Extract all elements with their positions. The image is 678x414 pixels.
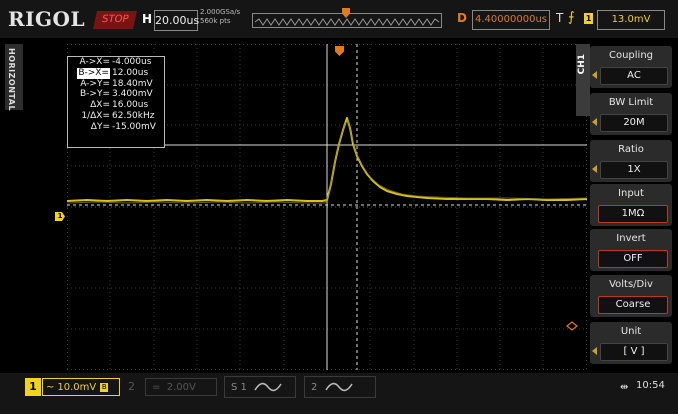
ac-coupling-icon: ~: [46, 382, 55, 393]
run-stop-badge[interactable]: STOP: [93, 11, 137, 29]
timebase-value[interactable]: 20.00us: [154, 10, 199, 31]
menu-unit-label: Unit: [620, 326, 642, 337]
sample-rate: 2.000GSa/s: [200, 8, 241, 16]
meas-row-3: B->Y= 3.400mV: [68, 89, 164, 100]
ch2-dc-coupling-icon: =: [152, 382, 167, 393]
ch2-scale-value: 2.00V: [166, 382, 196, 393]
menu-bw-limit-value: 20M: [600, 114, 668, 132]
delay-label: D: [457, 11, 467, 25]
meas-value: 12.00us: [112, 67, 149, 78]
serial-bus-1-indicator[interactable]: S 1: [224, 376, 296, 398]
menu-invert-label: Invert: [616, 233, 646, 244]
menu-input[interactable]: Input 1MΩ: [590, 184, 672, 226]
menu-coupling[interactable]: Coupling AC: [590, 46, 672, 88]
menu-volts-div[interactable]: Volts/Div Coarse: [590, 275, 672, 317]
rising-edge-icon: ⨍: [568, 10, 575, 25]
bandwidth-limit-icon: B: [100, 383, 109, 392]
ratio-arrow-icon: [592, 165, 597, 173]
menu-volts-div-value: Coarse: [598, 296, 668, 314]
trigger-level-value[interactable]: 13.0mV: [597, 10, 665, 30]
ch1-offset-marker[interactable]: 1: [55, 212, 65, 221]
s1-label: S 1: [231, 382, 247, 393]
meas-row-4: ΔX= 16.00us: [68, 100, 164, 111]
s2-label: 2: [311, 382, 318, 393]
ch1-menu-tab-label: CH1: [577, 54, 587, 75]
s2-wave-icon: [324, 382, 353, 392]
cursor-measurement-box: A->X= -4.000us B->X= 12.00us A->Y= 18.40mV …: [67, 56, 165, 148]
sample-rate-info: 2.000GSa/s 560k pts: [200, 8, 250, 26]
menu-input-label: Input: [618, 188, 644, 199]
meas-row-0: A->X= -4.000us: [68, 57, 164, 68]
menu-invert[interactable]: Invert OFF: [590, 229, 672, 271]
menu-unit-value: [ V ]: [600, 343, 668, 361]
menu-ratio-label: Ratio: [618, 144, 644, 155]
meas-value: 16.00us: [112, 100, 149, 111]
meas-key: B->Y=: [79, 89, 110, 100]
horizontal-tab-label: HORIZONTAL: [7, 48, 16, 112]
menu-coupling-label: Coupling: [608, 50, 654, 61]
meas-key: 1/ΔX=: [81, 110, 110, 121]
ch2-scale-indicator[interactable]: = 2.00V: [145, 378, 217, 396]
meas-key: ΔX=: [90, 100, 110, 111]
meas-row-2: A->Y= 18.40mV: [68, 79, 164, 90]
coupling-arrow-icon: [592, 71, 597, 79]
menu-bw-limit[interactable]: BW Limit 20M: [590, 93, 672, 135]
ch1-scale-value: 10.0mV: [57, 382, 97, 393]
ch2-number[interactable]: 2: [128, 378, 142, 396]
horizontal-tab[interactable]: HORIZONTAL: [5, 44, 23, 112]
brand-logo: RIGOL: [8, 7, 86, 31]
meas-key: ΔY=: [90, 121, 110, 132]
memory-depth: 560k pts: [200, 17, 231, 25]
horizontal-label: H: [142, 12, 153, 26]
trigger-label: T: [556, 11, 564, 25]
menu-volts-div-label: Volts/Div: [609, 279, 653, 290]
menu-ratio-value: 1X: [600, 161, 668, 179]
meas-row-1: B->X= 12.00us: [68, 67, 164, 79]
ch1-scale-indicator[interactable]: ~10.0mV B: [42, 378, 120, 396]
ch1-number-badge[interactable]: 1: [25, 378, 41, 396]
meas-row-5: 1/ΔX= 62.50kHz: [68, 111, 164, 122]
meas-key: A->X=: [79, 57, 110, 67]
unit-arrow-icon: [592, 347, 597, 355]
serial-bus-2-indicator[interactable]: 2: [304, 376, 376, 398]
trigger-source-badge: 1: [584, 13, 593, 24]
meas-value: 18.40mV: [112, 78, 153, 89]
menu-ratio[interactable]: Ratio 1X: [590, 140, 672, 182]
meas-row-6: ΔY= -15.00mV: [68, 122, 164, 133]
clock-time: 10:54: [636, 380, 665, 391]
meas-key-highlighted: B->X=: [77, 67, 110, 79]
s1-wave-icon: [254, 382, 282, 392]
meas-value: -4.000us: [112, 57, 152, 67]
meas-value: 62.50kHz: [112, 110, 155, 121]
meas-value: -15.00mV: [112, 121, 156, 132]
usb-icon: ⇹: [620, 382, 629, 393]
meas-value: 3.400mV: [112, 89, 153, 100]
bw-limit-arrow-icon: [592, 118, 597, 126]
ch1-menu-tab[interactable]: CH1: [576, 44, 590, 116]
memory-waveform-icon: [254, 18, 440, 26]
horizontal-delay-value[interactable]: 4.40000000us: [472, 10, 550, 30]
menu-coupling-value: AC: [600, 67, 668, 85]
menu-bw-limit-label: BW Limit: [608, 97, 654, 108]
menu-invert-value: OFF: [598, 250, 668, 268]
menu-unit[interactable]: Unit [ V ]: [590, 322, 672, 364]
menu-input-value: 1MΩ: [598, 205, 668, 223]
meas-key: A->Y=: [80, 78, 110, 89]
